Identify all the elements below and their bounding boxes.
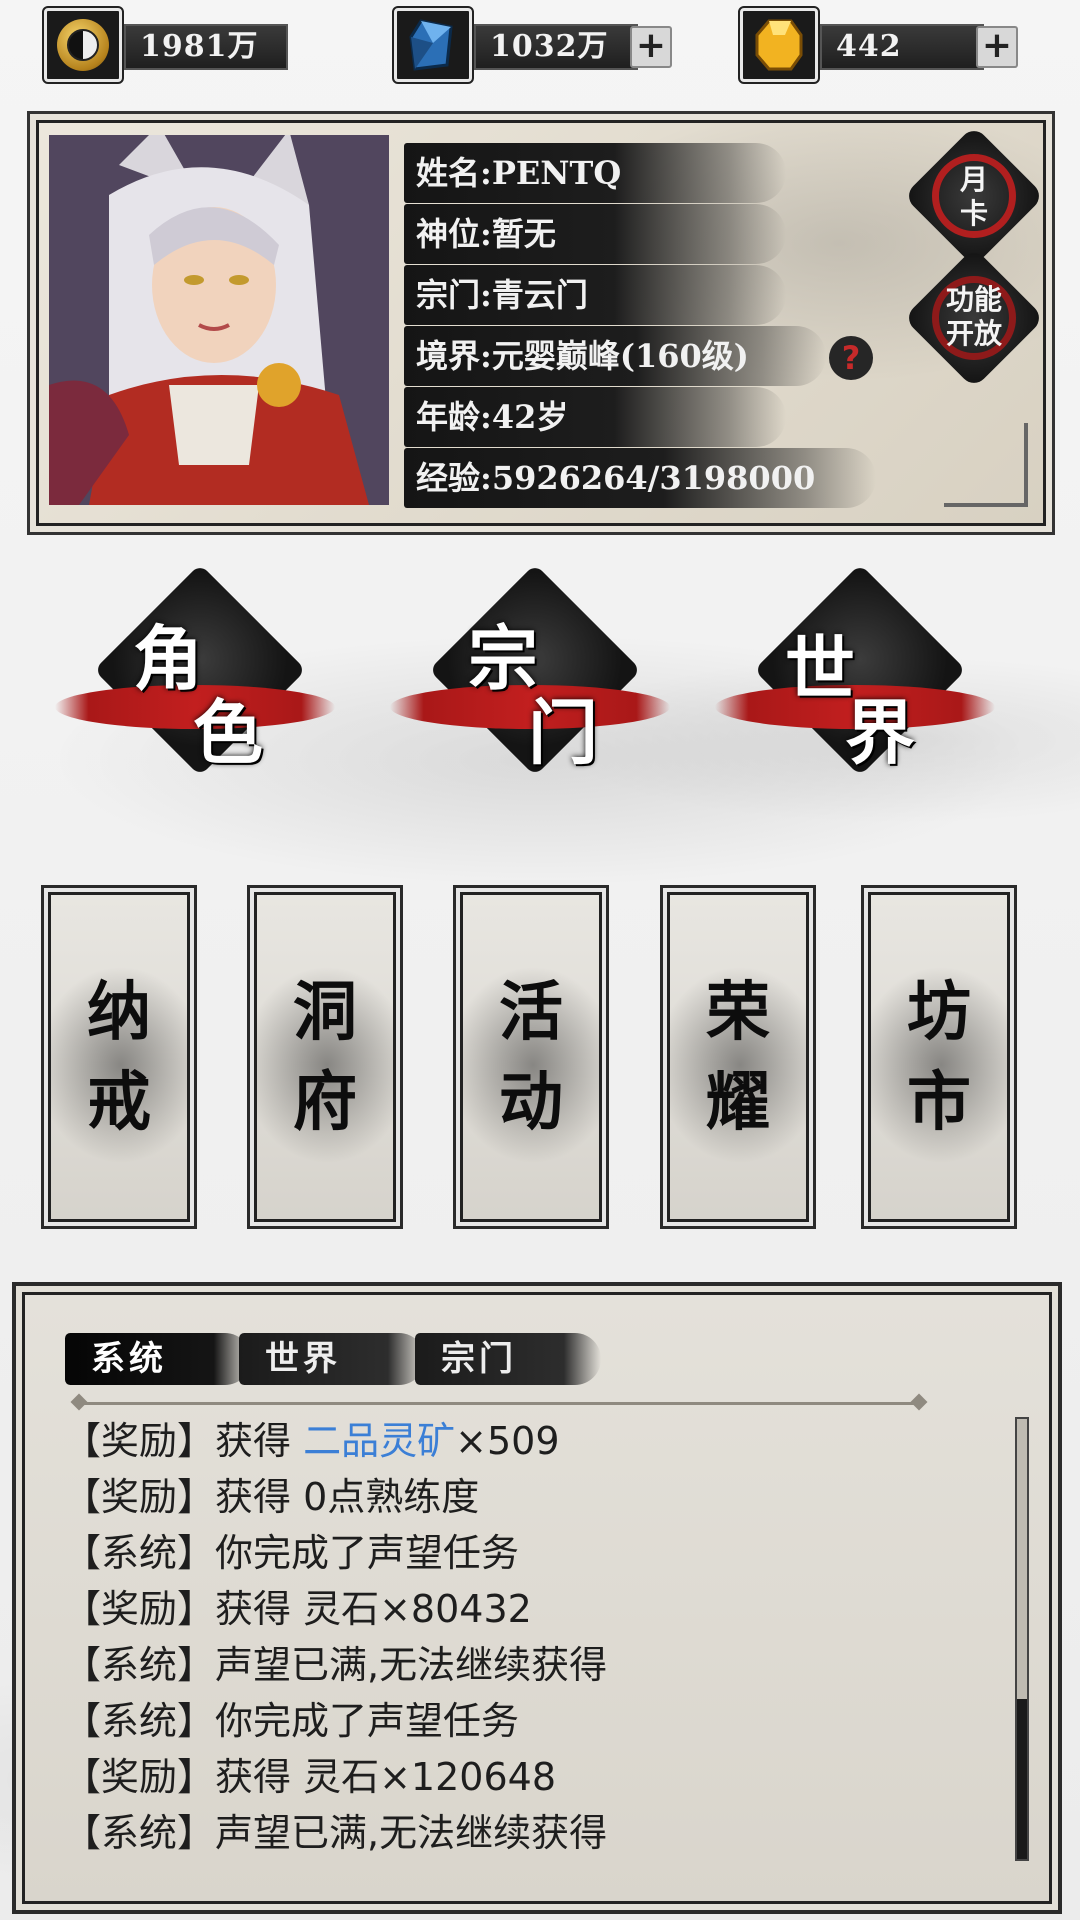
cave-abode-tile[interactable]: 洞 府 — [250, 888, 400, 1226]
add-crystal-button[interactable]: + — [630, 26, 672, 68]
monthly-card-button[interactable]: 月 卡 — [903, 125, 1045, 267]
cave-abode-char-1: 洞 — [293, 975, 357, 1050]
realm-help-icon[interactable]: ? — [829, 336, 873, 380]
list-item: 【系统】你完成了声望任务 — [63, 1531, 520, 1575]
glory-tile[interactable]: 荣 耀 — [663, 888, 813, 1226]
market-char-1: 坊 — [907, 975, 971, 1050]
sect-char-2: 门 — [528, 691, 598, 774]
world-char-2: 界 — [845, 691, 915, 774]
character-experience: 经验:5926264/3198000 — [404, 448, 876, 508]
market-char-2: 市 — [907, 1065, 971, 1140]
character-portrait[interactable] — [49, 135, 389, 505]
item-link[interactable]: 二品灵矿 — [303, 1419, 455, 1463]
character-char-2: 色 — [193, 691, 263, 774]
market-tile[interactable]: 坊 市 — [864, 888, 1014, 1226]
character-name: 姓名:PENTQ — [404, 143, 786, 203]
list-item: 【奖励】获得 二品灵矿×509 — [63, 1419, 560, 1463]
glory-char-2: 耀 — [706, 1065, 770, 1140]
scrollbar-thumb[interactable] — [1017, 1699, 1027, 1859]
fret-ornament — [944, 423, 1028, 507]
resource-gold-ingot: 442 + — [738, 6, 1020, 84]
resource-crystal: 1032万 + — [392, 6, 674, 84]
taiji-coin-amount: 1981万 — [124, 24, 288, 70]
feature-open-label: 功能 开放 — [945, 283, 1002, 350]
divider — [79, 1402, 919, 1405]
gold-ingot-amount: 442 — [820, 24, 984, 70]
character-menu-button[interactable]: 角 色 — [45, 563, 345, 795]
ring-storage-char-1: 纳 — [87, 975, 151, 1050]
tab-sect[interactable]: 宗门 — [415, 1333, 601, 1385]
message-scrollbar[interactable] — [1015, 1417, 1029, 1861]
cave-abode-char-2: 府 — [293, 1065, 357, 1140]
crystal-amount: 1032万 — [474, 24, 638, 70]
list-item: 【系统】声望已满,无法继续获得 — [63, 1643, 608, 1687]
glory-char-1: 荣 — [706, 975, 770, 1050]
character-realm: 境界:元婴巅峰(160级) — [404, 326, 826, 386]
list-item: 【奖励】获得 灵石×120648 — [63, 1755, 556, 1799]
message-list: 【奖励】获得 二品灵矿×509 【奖励】获得 0点熟练度 【系统】你完成了声望任… — [63, 1413, 1023, 1861]
tab-world[interactable]: 世界 — [239, 1333, 425, 1385]
events-tile[interactable]: 活 动 — [456, 888, 606, 1226]
character-profile-panel: 姓名:PENTQ 神位:暂无 宗门:青云门 境界:元婴巅峰(160级) 年龄:4… — [30, 114, 1052, 532]
ring-storage-char-2: 戒 — [87, 1065, 151, 1140]
character-info: 姓名:PENTQ 神位:暂无 宗门:青云门 境界:元婴巅峰(160级) 年龄:4… — [404, 143, 876, 509]
list-item: 【系统】你完成了声望任务 — [63, 1699, 520, 1743]
taiji-coin-icon — [42, 6, 124, 84]
gold-ingot-icon — [738, 6, 820, 84]
character-sect: 宗门:青云门 — [404, 265, 786, 325]
resource-taiji-coin: 1981万 — [42, 6, 294, 84]
feature-open-button[interactable]: 功能 开放 — [903, 247, 1045, 389]
character-age: 年龄:42岁 — [404, 387, 786, 447]
monthly-card-label: 月 卡 — [959, 163, 988, 230]
list-item: 【奖励】获得 灵石×80432 — [63, 1587, 532, 1631]
ring-storage-tile[interactable]: 纳 戒 — [44, 888, 194, 1226]
sect-menu-button[interactable]: 宗 门 — [380, 563, 680, 795]
tab-system[interactable]: 系统 — [65, 1333, 251, 1385]
events-char-1: 活 — [499, 975, 563, 1050]
world-menu-button[interactable]: 世 界 — [705, 563, 1005, 795]
crystal-icon — [392, 6, 474, 84]
events-char-2: 动 — [499, 1065, 563, 1140]
add-gold-ingot-button[interactable]: + — [976, 26, 1018, 68]
list-item: 【系统】声望已满,无法继续获得 — [63, 1811, 608, 1855]
message-log-panel: 系统 世界 宗门 【奖励】获得 二品灵矿×509 【奖励】获得 0点熟练度 【系… — [16, 1286, 1058, 1910]
list-item: 【奖励】获得 0点熟练度 — [63, 1475, 480, 1519]
character-deity-rank: 神位:暂无 — [404, 204, 786, 264]
